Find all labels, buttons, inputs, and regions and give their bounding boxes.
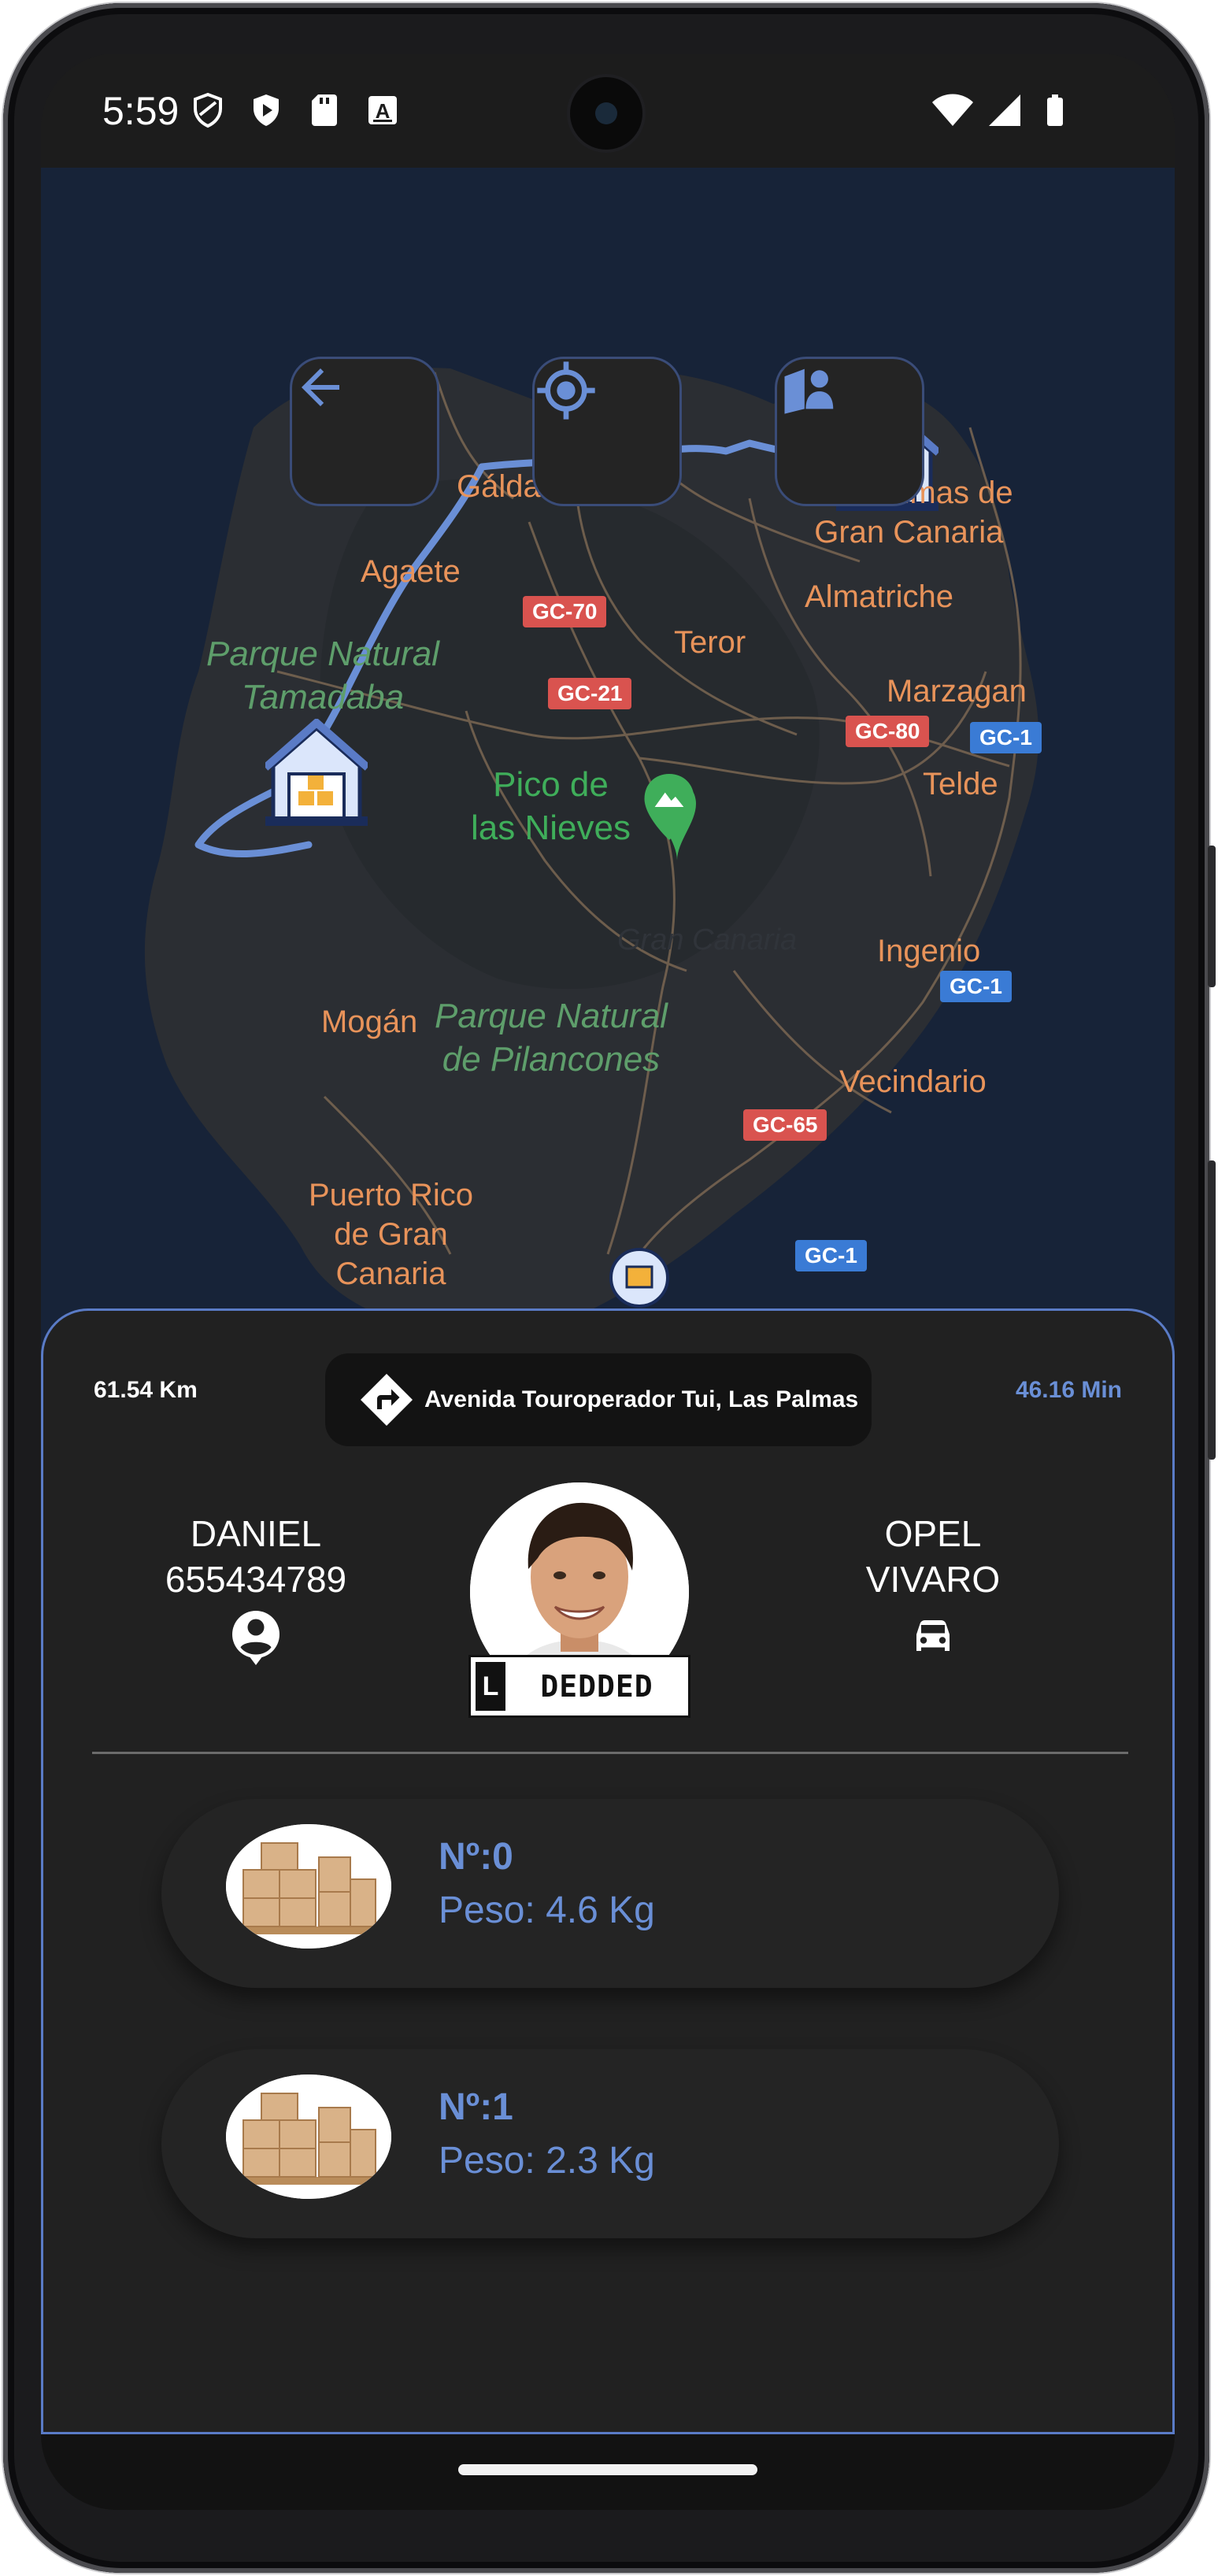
package-number: Nº:1 <box>439 2086 513 2128</box>
driver-info: DANIEL 655434789 <box>138 1511 374 1665</box>
wifi-icon <box>932 94 973 126</box>
home-gesture-bar[interactable] <box>458 2464 757 2475</box>
map-label-marzagan: Marzagan <box>887 674 1027 709</box>
shield-outline-icon <box>194 92 222 128</box>
road-badge-gc70: GC-70 <box>523 596 607 627</box>
package-card[interactable]: Nº:1 Peso: 2.3 Kg <box>161 2049 1059 2238</box>
destination-address[interactable]: Avenida Touroperador Tui, Las Palmas <box>325 1353 872 1446</box>
map-label-ingenio: Ingenio <box>877 934 981 968</box>
trip-duration: 46.16 Min <box>1015 1377 1122 1403</box>
package-image <box>226 2074 391 2199</box>
screen: 5:59 A Gáldar Agaete de Gran Canaria Alm… <box>41 54 1175 2510</box>
a-badge-icon: A <box>368 96 397 124</box>
power-button <box>1208 1160 1216 1460</box>
boxes-icon <box>226 1824 391 1949</box>
front-camera <box>570 77 642 150</box>
map-label-teror: Teror <box>674 625 746 660</box>
map-label-park-pilancones: Parque Natural de Pilancones <box>435 997 668 1079</box>
map-label-almatriche: Almatriche <box>805 579 953 614</box>
my-location-button[interactable] <box>532 357 682 506</box>
warehouse-marker-icon <box>265 719 368 826</box>
map-label-mogan: Mogán <box>321 1005 418 1039</box>
plate-number: DEDDED <box>540 1669 653 1704</box>
profile-person-icon <box>784 368 834 414</box>
road-badge-gc65: GC-65 <box>743 1109 827 1141</box>
car-icon <box>916 1620 950 1651</box>
package-weight: Peso: 4.6 Kg <box>439 1889 655 1931</box>
road-badge-gc1: GC-1 <box>970 722 1042 753</box>
road-badge-gc80: GC-80 <box>846 716 930 747</box>
back-button[interactable] <box>290 357 439 506</box>
driver-phone: 655434789 <box>165 1559 347 1600</box>
road-badge-gc21: GC-21 <box>548 678 632 709</box>
arrow-back-icon <box>302 368 339 406</box>
package-card[interactable]: Nº:0 Peso: 4.6 Kg <box>161 1799 1059 1988</box>
map-label-park-tamadaba: Parque Natural Tamadaba <box>206 635 439 716</box>
sd-card-icon <box>312 94 337 126</box>
status-bar: 5:59 A <box>41 54 1175 168</box>
map-label-puerto-rico: Puerto Rico de Gran Canaria <box>309 1178 473 1291</box>
road-badge-gc1: GC-1 <box>940 971 1012 1002</box>
shield-play-icon <box>254 94 279 126</box>
vehicle-info: OPEL VIVARO <box>815 1511 1051 1665</box>
trip-detail-sheet: 61.54 Km Avenida Touroperador Tui, Las P… <box>41 1308 1175 2434</box>
map-label-pico-nieves: Pico de las Nieves <box>471 765 631 847</box>
peak-pin-icon <box>644 774 694 840</box>
phone-frame: 5:59 A Gáldar Agaete de Gran Canaria Alm… <box>3 3 1216 2573</box>
my-location-icon <box>537 361 595 420</box>
turn-right-icon <box>361 1374 413 1426</box>
battery-icon <box>1047 94 1063 126</box>
profile-button[interactable] <box>775 357 924 506</box>
map-label-agaete: Agaete <box>361 554 461 589</box>
destination-address-text: Avenida Touroperador Tui, Las Palmas <box>424 1386 859 1412</box>
package-number: Nº:0 <box>439 1836 513 1878</box>
volume-button <box>1208 846 1216 987</box>
vehicle-model: VIVARO <box>865 1559 1001 1600</box>
map-view[interactable]: Gáldar Agaete Las Palmas de Gran Canaria… <box>41 168 1175 1372</box>
signal-icon <box>989 94 1020 126</box>
plate-prefix: L <box>476 1662 505 1711</box>
account-circle-icon <box>232 1611 280 1665</box>
map-label-gran-canaria: Gran Canaria <box>617 923 798 957</box>
map-label-telde: Telde <box>923 767 998 801</box>
trip-distance: 61.54 Km <box>94 1377 198 1403</box>
boxes-icon <box>226 2074 391 2199</box>
package-weight: Peso: 2.3 Kg <box>439 2140 655 2182</box>
vehicle-make: OPEL <box>884 1513 982 1554</box>
driver-name: DANIEL <box>190 1513 322 1554</box>
sheet-divider <box>92 1752 1128 1754</box>
svg-text:A: A <box>376 99 391 123</box>
package-image <box>226 1824 391 1949</box>
license-plate: L DEDDED <box>468 1655 690 1718</box>
road-badge-gc1: GC-1 <box>795 1240 867 1271</box>
map-label-vecindario: Vecindario <box>839 1064 987 1099</box>
status-time: 5:59 <box>102 89 180 133</box>
